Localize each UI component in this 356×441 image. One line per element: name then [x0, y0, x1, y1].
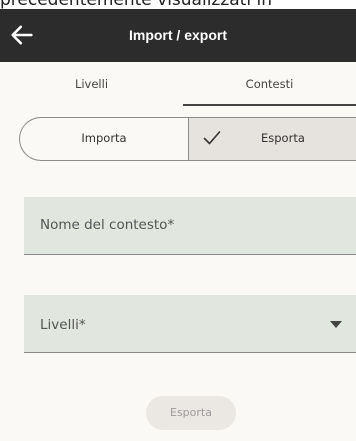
- levels-label: Livelli*: [40, 317, 86, 333]
- export-button[interactable]: Esporta: [146, 396, 236, 430]
- context-name-label: Nome del contesto*: [40, 217, 175, 233]
- tab-contesti[interactable]: Contesti: [183, 62, 356, 106]
- tab-livelli[interactable]: Livelli: [0, 62, 183, 106]
- import-export-toggle: Importa Esporta: [19, 117, 356, 161]
- caption-text: precedentemente visualizzati in: [0, 0, 272, 9]
- export-segment-label: Esporta: [261, 131, 305, 145]
- caret-down-icon: [330, 321, 342, 328]
- context-name-field[interactable]: Nome del contesto*: [24, 197, 356, 255]
- levels-dropdown[interactable]: Livelli*: [24, 295, 356, 353]
- tab-bar: Livelli Contesti: [0, 62, 356, 106]
- check-icon: [203, 131, 221, 145]
- active-tab-indicator: [183, 104, 356, 106]
- app-bar: Import / export: [0, 9, 356, 62]
- import-segment-button[interactable]: Importa: [20, 118, 188, 160]
- page-title: Import / export: [128, 27, 227, 43]
- export-segment-button[interactable]: Esporta: [188, 118, 356, 160]
- cropped-caption-text: precedentemente visualizzati in: [0, 0, 356, 9]
